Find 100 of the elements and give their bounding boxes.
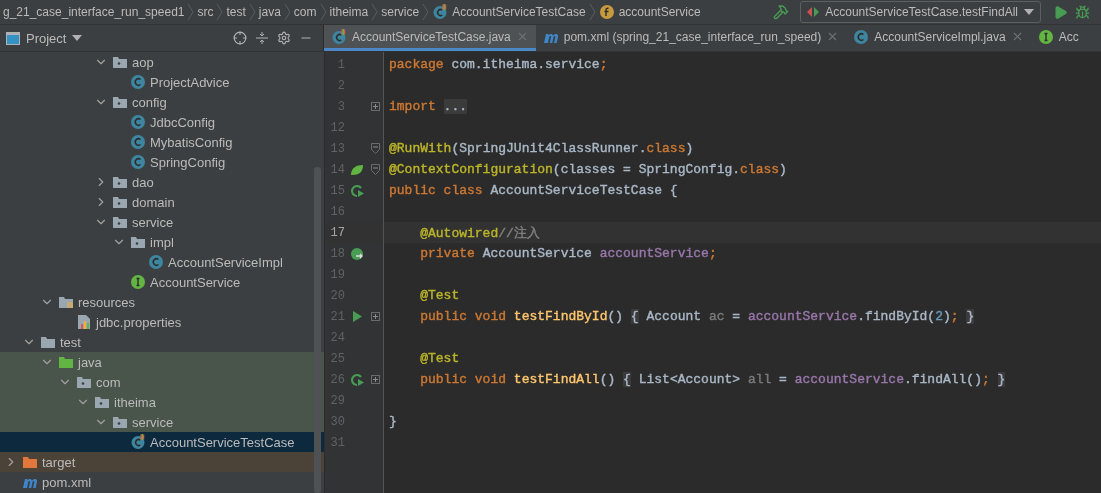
breadcrumb-separator-icon [187, 3, 195, 21]
tree-item-label: com [96, 374, 121, 390]
tree-item-label: target [42, 454, 76, 470]
resources-folder-icon [58, 294, 74, 310]
interface-icon [130, 274, 146, 290]
tree-item-label: jdbc.properties [96, 314, 182, 330]
tree-item[interactable]: AccountServiceImpl [0, 252, 324, 272]
autowired-bean-icon[interactable] [350, 246, 364, 261]
breadcrumb-separator-icon [319, 3, 327, 21]
breadcrumb-item[interactable]: com [290, 5, 320, 19]
fold-collapse-icon[interactable] [370, 164, 380, 175]
code-line: } [389, 414, 397, 429]
tree-item[interactable]: jdbc.properties [0, 312, 324, 332]
code-line: public void testFindAll() { List<Account> all = accountService.findAll(); } [419, 372, 1006, 387]
tree-item[interactable]: test [0, 332, 324, 352]
code-line: public void testFindById() { Account ac = accountService.findById(2); } [419, 309, 975, 324]
tree-item[interactable]: AccountService [0, 272, 324, 292]
tree-item[interactable]: config [0, 92, 324, 112]
class-icon [130, 154, 146, 170]
tree-item-label: MybatisConfig [150, 134, 233, 150]
code-line: public class AccountServiceTestCase { [389, 183, 678, 198]
package-folder-icon [112, 414, 128, 430]
tree-item[interactable]: itheima [0, 392, 324, 412]
fold-expand-icon[interactable] [370, 102, 380, 111]
spring-leaf-icon[interactable] [350, 163, 364, 176]
breadcrumb-item[interactable]: src [194, 5, 217, 19]
fold-expand-icon[interactable] [370, 375, 380, 384]
tree-item[interactable]: dao [0, 172, 324, 192]
tree-item[interactable]: MybatisConfig [0, 132, 324, 152]
tree-item[interactable]: java [0, 352, 324, 372]
folder-icon [40, 334, 56, 350]
dropdown-caret-icon [1024, 9, 1034, 15]
tree-item[interactable]: resources [0, 292, 324, 312]
tree-item[interactable]: impl [0, 232, 324, 252]
code-line: @Test [419, 351, 460, 366]
breadcrumb-separator-icon [422, 3, 430, 21]
tree-item[interactable]: aop [0, 52, 324, 72]
test-class-icon [432, 4, 449, 20]
run-test-icon[interactable] [350, 183, 364, 198]
editor-tab[interactable]: AccountServiceImpl.java [846, 25, 1031, 51]
code-line: private AccountService accountService; [419, 246, 717, 261]
tree-item[interactable]: ProjectAdvice [0, 72, 324, 92]
editor-tab[interactable]: Acc [1030, 25, 1086, 51]
tree-item[interactable]: target [0, 452, 324, 472]
code-line: @Autowired//注入 [419, 224, 540, 242]
breadcrumb-separator-icon [283, 3, 291, 21]
code-line: @ContextConfiguration(classes = SpringConfig.class) [389, 162, 787, 177]
package-folder-icon [130, 234, 146, 250]
tree-item[interactable]: service [0, 412, 324, 432]
run-test-icon[interactable] [350, 372, 364, 387]
tree-item-label: aop [132, 54, 154, 70]
breadcrumb-item[interactable]: itheima [326, 5, 372, 19]
package-folder-icon [94, 394, 110, 410]
breadcrumb-item[interactable]: accountService [595, 4, 704, 20]
tree-item[interactable]: service [0, 212, 324, 232]
class-icon [130, 134, 146, 150]
properties-file-icon [76, 314, 92, 330]
package-folder-icon [112, 214, 128, 230]
package-folder-icon [112, 174, 128, 190]
line-number: 17 [329, 225, 345, 240]
tree-item-label: impl [150, 234, 174, 250]
breadcrumb-separator-icon [588, 3, 596, 21]
project-view-dropdown[interactable]: Project [6, 30, 83, 46]
tree-item-label: itheima [114, 394, 156, 410]
tree-item-label: JdbcConfig [150, 114, 216, 130]
breadcrumb-item[interactable]: test [223, 5, 249, 19]
tree-item-label: java [78, 354, 102, 370]
code-line: package com.itheima.service; [389, 57, 608, 72]
tree-item-label: dao [132, 174, 154, 190]
tree-item[interactable]: pom.xml [0, 472, 324, 492]
run-configuration-dropdown[interactable]: AccountServiceTestCase.testFindAll [800, 1, 1041, 23]
tree-item-label: service [132, 414, 174, 430]
breadcrumb-item[interactable]: g_21_case_interface_run_speed1 [0, 5, 188, 19]
fold-expand-icon[interactable] [370, 312, 380, 321]
class-icon [148, 254, 164, 270]
code-line: @RunWith(SpringJUnit4ClassRunner.class) [389, 141, 694, 156]
tree-item-label: service [132, 214, 174, 230]
editor-tab[interactable]: AccountServiceTestCase.java [324, 25, 536, 51]
tree-item[interactable]: AccountServiceTestCase [0, 432, 324, 452]
breadcrumb-item[interactable]: service [378, 5, 423, 19]
editor-tab[interactable]: pom.xml (spring_21_case_interface_run_speed) [535, 25, 847, 51]
tree-item-label: resources [78, 294, 136, 310]
scrollbar-thumb[interactable] [314, 167, 321, 493]
tree-item-label: ProjectAdvice [150, 74, 230, 90]
run-icon[interactable] [352, 311, 362, 322]
breadcrumb-separator-icon [216, 3, 224, 21]
field-icon [598, 4, 615, 20]
tree-item[interactable]: SpringConfig [0, 152, 324, 172]
tree-item[interactable]: domain [0, 192, 324, 212]
test-class-icon [130, 434, 146, 450]
breadcrumb-item[interactable]: AccountServiceTestCase [429, 4, 589, 20]
tree-item[interactable]: com [0, 372, 324, 392]
tree-item-label: AccountServiceImpl [168, 254, 283, 270]
fold-collapse-icon[interactable] [370, 143, 380, 154]
package-folder-icon [112, 94, 128, 110]
dropdown-caret-icon [72, 35, 83, 41]
tree-item[interactable]: JdbcConfig [0, 112, 324, 132]
folder-icon [58, 354, 74, 370]
breadcrumb-item[interactable]: java [255, 5, 284, 19]
class-icon [853, 28, 870, 45]
